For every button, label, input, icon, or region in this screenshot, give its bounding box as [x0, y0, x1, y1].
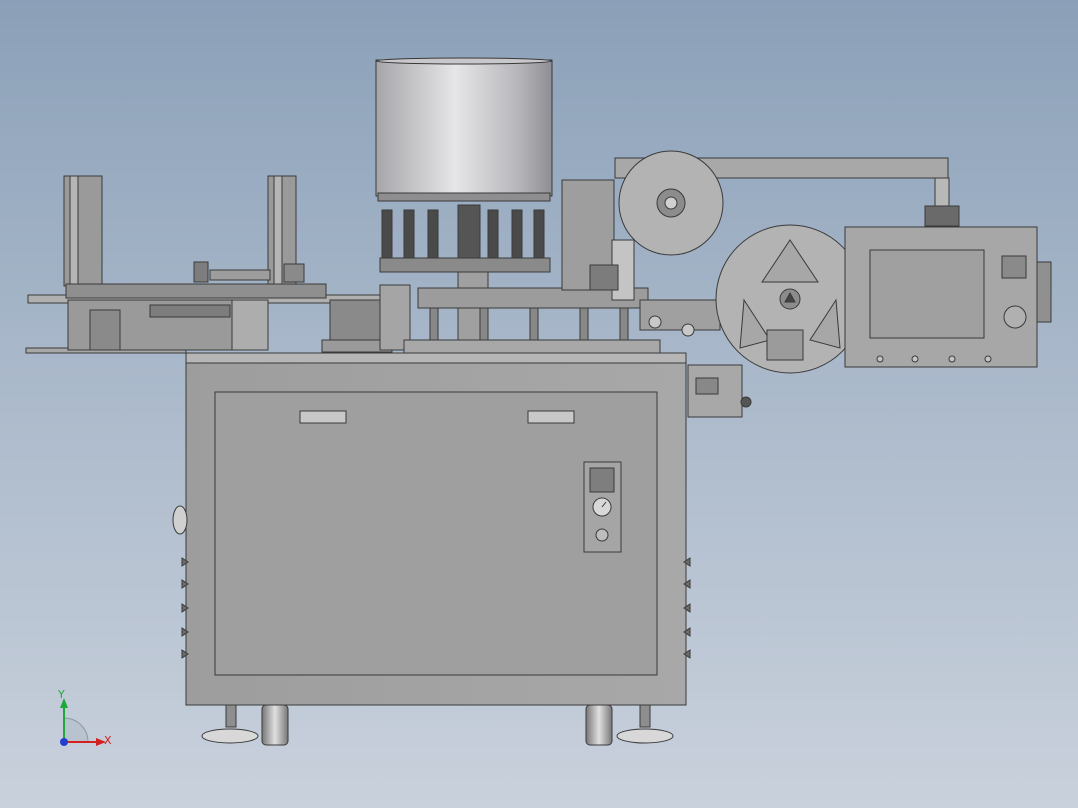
guide-roller-2: [681, 323, 695, 337]
magazine-right-slot: [273, 175, 283, 287]
hmi-screen[interactable]: [869, 249, 985, 339]
side-port: [172, 505, 188, 535]
left-support-block: [89, 309, 121, 351]
filling-turret[interactable]: [375, 57, 661, 355]
label-reel-icon: [715, 224, 865, 374]
start-button[interactable]: [595, 528, 609, 542]
hopper-base-ring: [377, 192, 551, 202]
hopper-rim: [375, 57, 553, 65]
label-arm-post: [934, 177, 950, 209]
label-sensor: [589, 264, 619, 291]
hopper-cylinder: [375, 59, 553, 197]
magazine-left-slot: [69, 175, 79, 287]
main-cabinet: [172, 352, 752, 706]
side-connector: [740, 396, 752, 408]
cad-viewport[interactable]: Y X: [0, 0, 1078, 808]
door-handle-left[interactable]: [299, 410, 347, 424]
left-cylinder-rod: [209, 269, 271, 281]
left-sensor-block: [283, 263, 305, 283]
turret-plate: [379, 257, 551, 273]
rotary-base: [403, 339, 661, 355]
left-cylinder: [193, 261, 209, 283]
cabinet-top: [185, 352, 687, 364]
triad-x-label: X: [104, 734, 112, 747]
panel-display: [1001, 255, 1027, 279]
left-guide-rail: [149, 304, 231, 318]
left-pusher-block: [231, 299, 269, 351]
guide-roller-1: [648, 315, 662, 329]
panel-side-bracket: [1036, 261, 1052, 323]
left-conveyor-body: [65, 283, 327, 299]
left-infeed-assembly[interactable]: [25, 175, 411, 354]
triad-y-label: Y: [57, 688, 65, 701]
side-display: [695, 377, 719, 395]
door-handle-right[interactable]: [527, 410, 575, 424]
machine-feet: [201, 704, 674, 746]
label-arm-collar: [924, 205, 960, 227]
coordinate-triad-icon: Y X: [57, 688, 112, 747]
temp-display: [589, 467, 615, 493]
supply-roll-center: [664, 196, 678, 210]
panel-knob[interactable]: [1003, 305, 1027, 329]
